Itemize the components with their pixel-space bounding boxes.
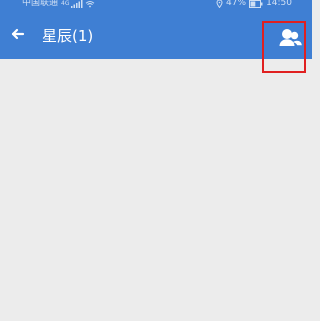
arrow-left-icon	[11, 28, 25, 40]
network-type-label: 4G	[61, 0, 70, 7]
back-button[interactable]	[8, 23, 30, 45]
status-left: 中国联通 4G	[22, 0, 95, 8]
app-screen: 中国联通 4G 47% 14:50 星辰(1)	[0, 0, 312, 321]
status-bar: 中国联通 4G 47% 14:50	[0, 0, 312, 12]
status-right: 47% 14:50	[216, 0, 292, 8]
carrier-label: 中国联通	[22, 0, 59, 8]
location-icon	[216, 0, 223, 8]
signal-icon	[71, 0, 83, 8]
page-title: 星辰(1)	[42, 27, 94, 45]
battery-percent: 47%	[226, 0, 247, 8]
clock-time: 14:50	[266, 0, 292, 8]
battery-icon	[249, 0, 263, 8]
highlight-annotation-box	[262, 21, 306, 73]
wifi-icon	[86, 0, 95, 7]
empty-content-area	[0, 59, 312, 321]
